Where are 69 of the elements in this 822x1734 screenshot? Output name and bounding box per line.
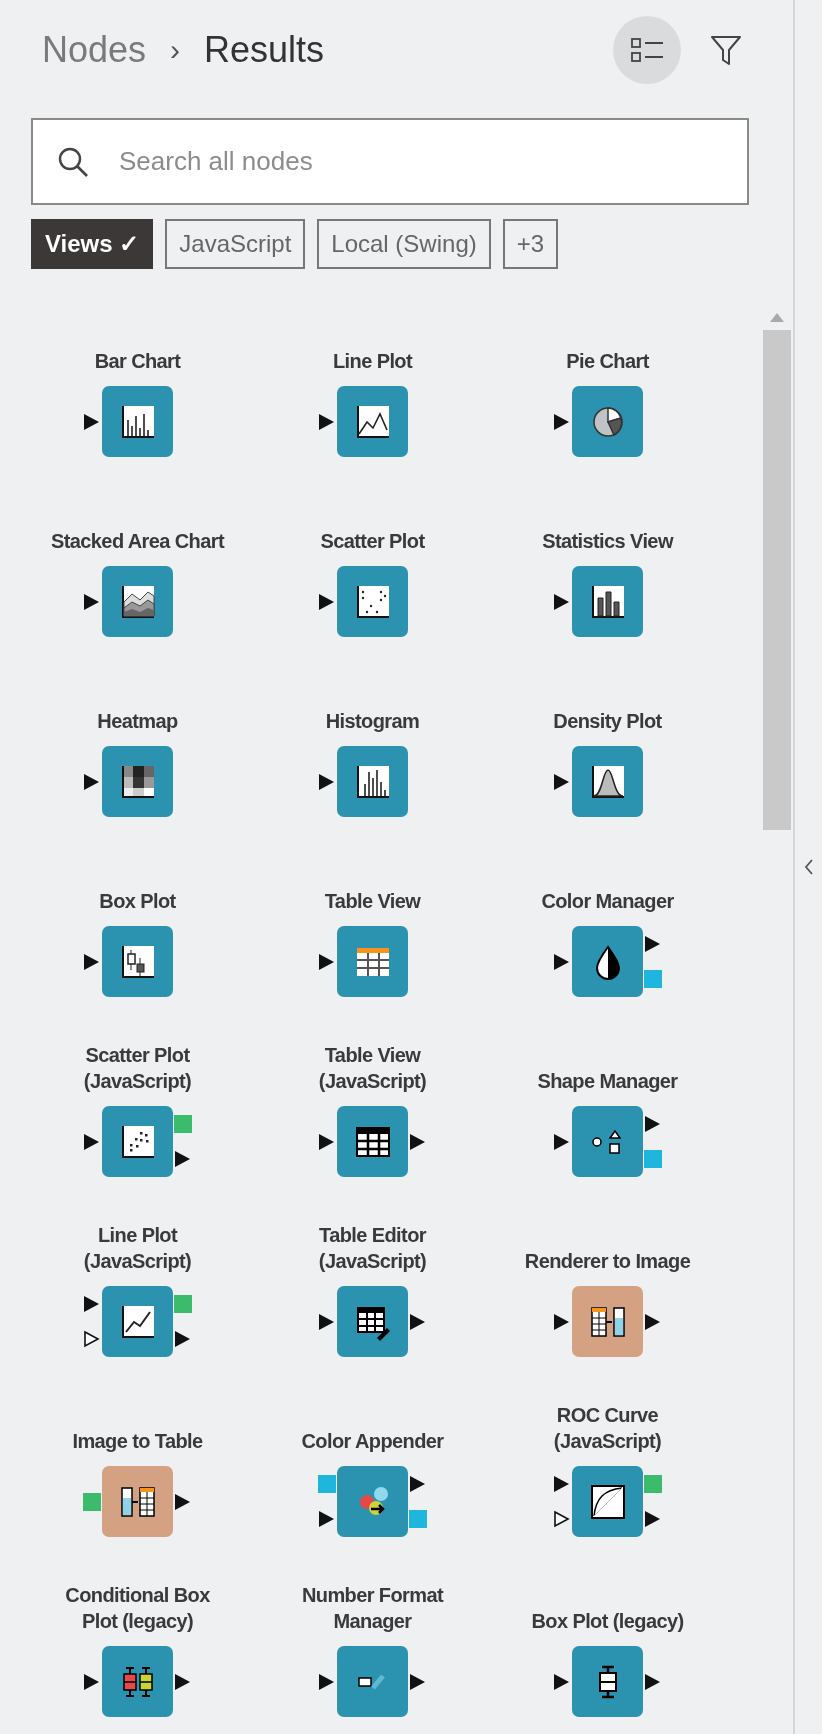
node-label: Scatter Plot (JavaScript) — [82, 1043, 193, 1094]
view-port-icon — [174, 1294, 192, 1313]
node-label: Box Plot (legacy) — [531, 1609, 684, 1634]
filter-tag[interactable]: JavaScript — [165, 219, 306, 269]
filter-tag[interactable]: +3 — [502, 219, 559, 269]
filter-tag[interactable]: Views ✓ — [31, 219, 154, 269]
node-tile[interactable] — [337, 1466, 408, 1537]
search-field[interactable]: Search all nodes — [31, 118, 749, 205]
node-label: Statistics View — [542, 529, 673, 554]
node-label: Heatmap — [97, 709, 178, 734]
node-tile[interactable] — [102, 1286, 173, 1357]
node-label: Shape Manager — [537, 1069, 678, 1094]
node-label: Color Manager — [541, 889, 674, 914]
node-tile[interactable] — [337, 1646, 408, 1717]
node-label: Table Editor (JavaScript) — [317, 1223, 428, 1274]
filter-tag[interactable]: Local (Swing) — [317, 219, 491, 269]
node-tile[interactable] — [572, 1286, 643, 1357]
node-label: Histogram — [325, 709, 420, 734]
model-port-icon — [409, 1510, 427, 1529]
node-label: Line Plot (JavaScript) — [82, 1223, 193, 1274]
node-tile[interactable] — [102, 566, 173, 637]
node-tile[interactable] — [102, 1106, 173, 1177]
model-port-icon — [318, 1474, 336, 1493]
node-label: Box Plot — [99, 889, 176, 914]
node-tile[interactable] — [102, 926, 173, 997]
node-tile[interactable] — [337, 386, 408, 457]
node-tile[interactable] — [337, 1286, 408, 1357]
node-label: Renderer to Image — [524, 1249, 691, 1274]
node-label: Conditional Box Plot (legacy) — [64, 1583, 211, 1634]
node-label: Line Plot — [332, 349, 412, 374]
node-tile[interactable] — [102, 386, 173, 457]
node-tile[interactable] — [337, 566, 408, 637]
breadcrumb-item[interactable]: › — [170, 33, 181, 67]
node-label: Pie Chart — [566, 349, 649, 374]
node-tile[interactable] — [572, 1466, 643, 1537]
view-port-icon — [644, 1474, 662, 1493]
node-label: Scatter Plot — [320, 529, 425, 554]
list-icon — [630, 36, 664, 64]
node-tile[interactable] — [337, 1106, 408, 1177]
model-port-icon — [644, 1150, 662, 1169]
search-icon — [57, 146, 89, 178]
scrollbar-thumb[interactable] — [763, 330, 791, 830]
node-tile[interactable] — [572, 1646, 643, 1717]
node-tile[interactable] — [102, 1466, 173, 1537]
filter-icon[interactable] — [709, 33, 743, 67]
breadcrumb-item[interactable]: Nodes — [42, 29, 147, 71]
node-tile[interactable] — [572, 386, 643, 457]
node-tile[interactable] — [102, 1646, 173, 1717]
breadcrumb-item: Results — [204, 29, 325, 71]
node-label: Stacked Area Chart — [51, 529, 224, 554]
node-tile[interactable] — [102, 746, 173, 817]
node-label: ROC Curve (JavaScript) — [552, 1403, 663, 1454]
node-label: Image to Table — [72, 1429, 203, 1454]
node-label: Table View (JavaScript) — [317, 1043, 428, 1094]
node-tile[interactable] — [337, 746, 408, 817]
node-label: Density Plot — [553, 709, 662, 734]
collapse-icon[interactable] — [803, 858, 814, 876]
node-tile[interactable] — [572, 566, 643, 637]
node-tile[interactable] — [572, 1106, 643, 1177]
node-label: Number Format Manager — [300, 1583, 445, 1634]
model-port-icon — [644, 970, 662, 989]
node-tile[interactable] — [337, 926, 408, 997]
node-tile[interactable] — [572, 926, 643, 997]
view-port-icon — [83, 1492, 101, 1511]
node-tile[interactable] — [572, 746, 643, 817]
node-label: Bar Chart — [94, 349, 181, 374]
node-label: Table View — [324, 889, 421, 914]
view-port-icon — [174, 1114, 192, 1133]
node-label: Color Appender — [301, 1429, 444, 1454]
